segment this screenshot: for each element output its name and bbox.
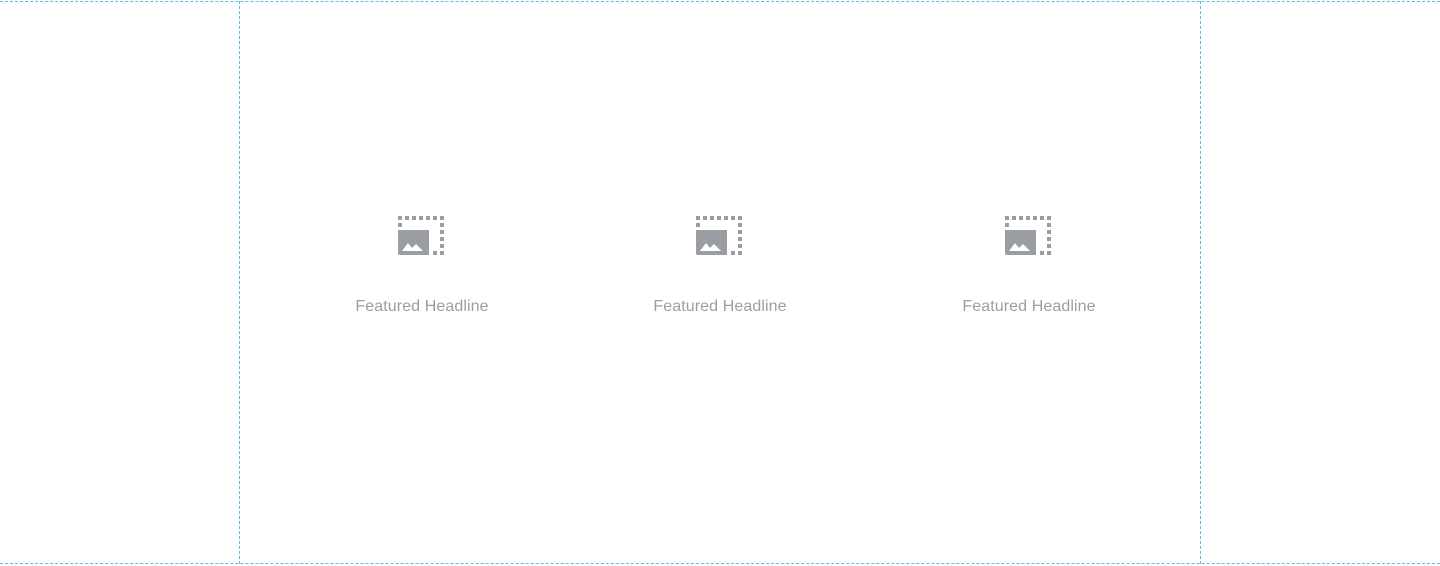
image-placeholder-icon[interactable] bbox=[694, 214, 746, 260]
feature-item[interactable]: Featured Headline bbox=[600, 214, 840, 317]
feature-item[interactable]: Featured Headline bbox=[909, 214, 1149, 317]
editor-canvas: Featured Headline Featured Headline Feat… bbox=[0, 0, 1440, 566]
feature-headline: Featured Headline bbox=[962, 298, 1096, 315]
image-placeholder-icon[interactable] bbox=[1003, 214, 1055, 260]
feature-headline: Featured Headline bbox=[653, 298, 787, 315]
image-placeholder-icon[interactable] bbox=[396, 214, 448, 260]
feature-headline: Featured Headline bbox=[355, 298, 489, 315]
feature-item[interactable]: Featured Headline bbox=[302, 214, 542, 317]
